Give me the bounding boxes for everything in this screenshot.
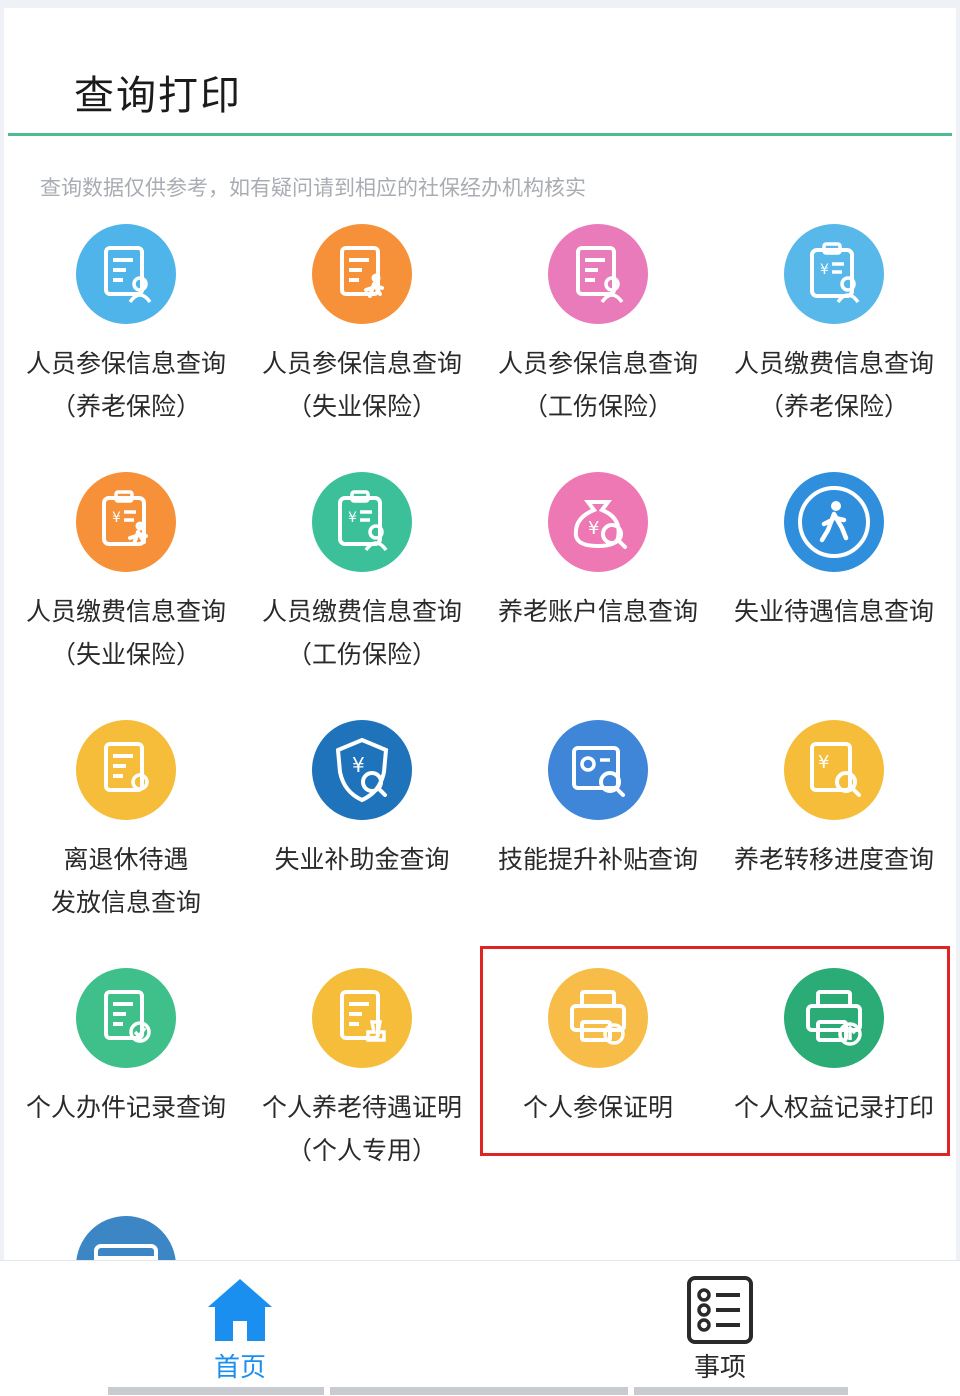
tile-retirement-payment[interactable]: 离退休待遇 发放信息查询 — [8, 720, 244, 960]
svg-text:¥: ¥ — [820, 262, 829, 278]
tile-label: 离退休待遇 发放信息查询 — [50, 845, 201, 917]
tile-pension-transfer[interactable]: ¥ 养老转移进度查询 — [716, 720, 952, 960]
certificate-search-icon — [548, 720, 648, 820]
doc-check-icon — [76, 968, 176, 1068]
tab-items-label: 事项 — [693, 1353, 746, 1383]
tile-participation-unemployment[interactable]: 人员参保信息查询 （失业保险） — [244, 224, 480, 464]
tile-label: 技能提升补贴查询 — [497, 845, 698, 874]
tile-label: 人员缴费信息查询 （养老保险） — [733, 349, 934, 421]
tile-pension-account[interactable]: ¥ 养老账户信息查询 — [480, 472, 716, 712]
tile-label: 失业待遇信息查询 — [733, 597, 934, 626]
bottom-tab-bar: 首页 事项 — [0, 1260, 960, 1396]
tile-insurance-certificate[interactable]: 个人参保证明 — [480, 968, 716, 1208]
money-bag-search-icon: ¥ — [548, 472, 648, 572]
tile-label: 人员缴费信息查询 （工伤保险） — [261, 597, 462, 669]
tile-pension-certificate[interactable]: 个人养老待遇证明 （个人专用） — [244, 968, 480, 1208]
tile-unemployment-subsidy[interactable]: ¥ 失业补助金查询 — [244, 720, 480, 960]
tile-payment-unemployment[interactable]: ¥ 人员缴费信息查询 （失业保险） — [8, 472, 244, 712]
tile-label: 人员参保信息查询 （养老保险） — [25, 349, 226, 421]
tile-unemployment-benefit[interactable]: 失业待遇信息查询 — [716, 472, 952, 712]
doc-injury-icon — [548, 224, 648, 324]
tile-rights-record-print[interactable]: 个人权益记录打印 — [716, 968, 952, 1208]
list-icon — [686, 1275, 754, 1345]
tile-label: 个人办件记录查询 — [25, 1093, 226, 1122]
svg-text:¥: ¥ — [588, 518, 599, 539]
printer-bao-icon — [548, 968, 648, 1068]
tile-label: 个人参保证明 — [522, 1093, 673, 1122]
tab-items[interactable]: 事项 — [655, 1271, 785, 1383]
tile-label: 个人权益记录打印 — [733, 1093, 934, 1122]
svg-text:¥: ¥ — [348, 510, 357, 526]
svg-text:¥: ¥ — [352, 753, 365, 777]
service-grid: 人员参保信息查询 （养老保险） 人员参保信息查询 （失业保险） 人员参保信息查询 （工… — [4, 8, 956, 1260]
tile-label: 个人养老待遇证明 （个人专用） — [261, 1093, 462, 1165]
doc-person-icon — [76, 224, 176, 324]
yuan-doc-search-icon: ¥ — [784, 720, 884, 820]
tile-label: 人员缴费信息查询 （失业保险） — [25, 597, 226, 669]
tile-label: 人员参保信息查询 （失业保险） — [261, 349, 462, 421]
tile-participation-pension[interactable]: 人员参保信息查询 （养老保险） — [8, 224, 244, 464]
tile-payment-injury[interactable]: ¥ 人员缴费信息查询 （工伤保险） — [244, 472, 480, 712]
printer-upload-icon — [784, 968, 884, 1068]
svg-text:¥: ¥ — [112, 510, 121, 526]
tab-home[interactable]: 首页 — [175, 1271, 305, 1383]
tile-case-records[interactable]: 个人办件记录查询 — [8, 968, 244, 1208]
doc-walker-icon — [312, 224, 412, 324]
tile-label: 失业补助金查询 — [274, 845, 450, 874]
clipboard-yuan-person-icon: ¥ — [784, 224, 884, 324]
shield-yuan-search-icon: ¥ — [312, 720, 412, 820]
retire-doc-icon — [76, 720, 176, 820]
walking-person-icon — [784, 472, 884, 572]
content-card: 查询打印 查询数据仅供参考，如有疑问请到相应的社保经办机构核实 人员参保信息查询… — [4, 8, 956, 1260]
tile-label: 人员参保信息查询 （工伤保险） — [497, 349, 698, 421]
gesture-bar-segment — [108, 1387, 324, 1395]
gesture-bar-segment — [634, 1387, 848, 1395]
svg-text:¥: ¥ — [818, 752, 829, 773]
tab-home-label: 首页 — [213, 1353, 266, 1383]
clipboard-yuan-walker-icon: ¥ — [76, 472, 176, 572]
doc-stamp-icon — [312, 968, 412, 1068]
gesture-bar-segment — [330, 1387, 628, 1395]
home-icon — [206, 1275, 274, 1345]
tile-participation-injury[interactable]: 人员参保信息查询 （工伤保险） — [480, 224, 716, 464]
tile-label: 养老账户信息查询 — [497, 597, 698, 626]
clipboard-yuan-injury-icon: ¥ — [312, 472, 412, 572]
tile-payment-pension[interactable]: ¥ 人员缴费信息查询 （养老保险） — [716, 224, 952, 464]
tile-skill-subsidy[interactable]: 技能提升补贴查询 — [480, 720, 716, 960]
tile-label: 养老转移进度查询 — [733, 845, 934, 874]
